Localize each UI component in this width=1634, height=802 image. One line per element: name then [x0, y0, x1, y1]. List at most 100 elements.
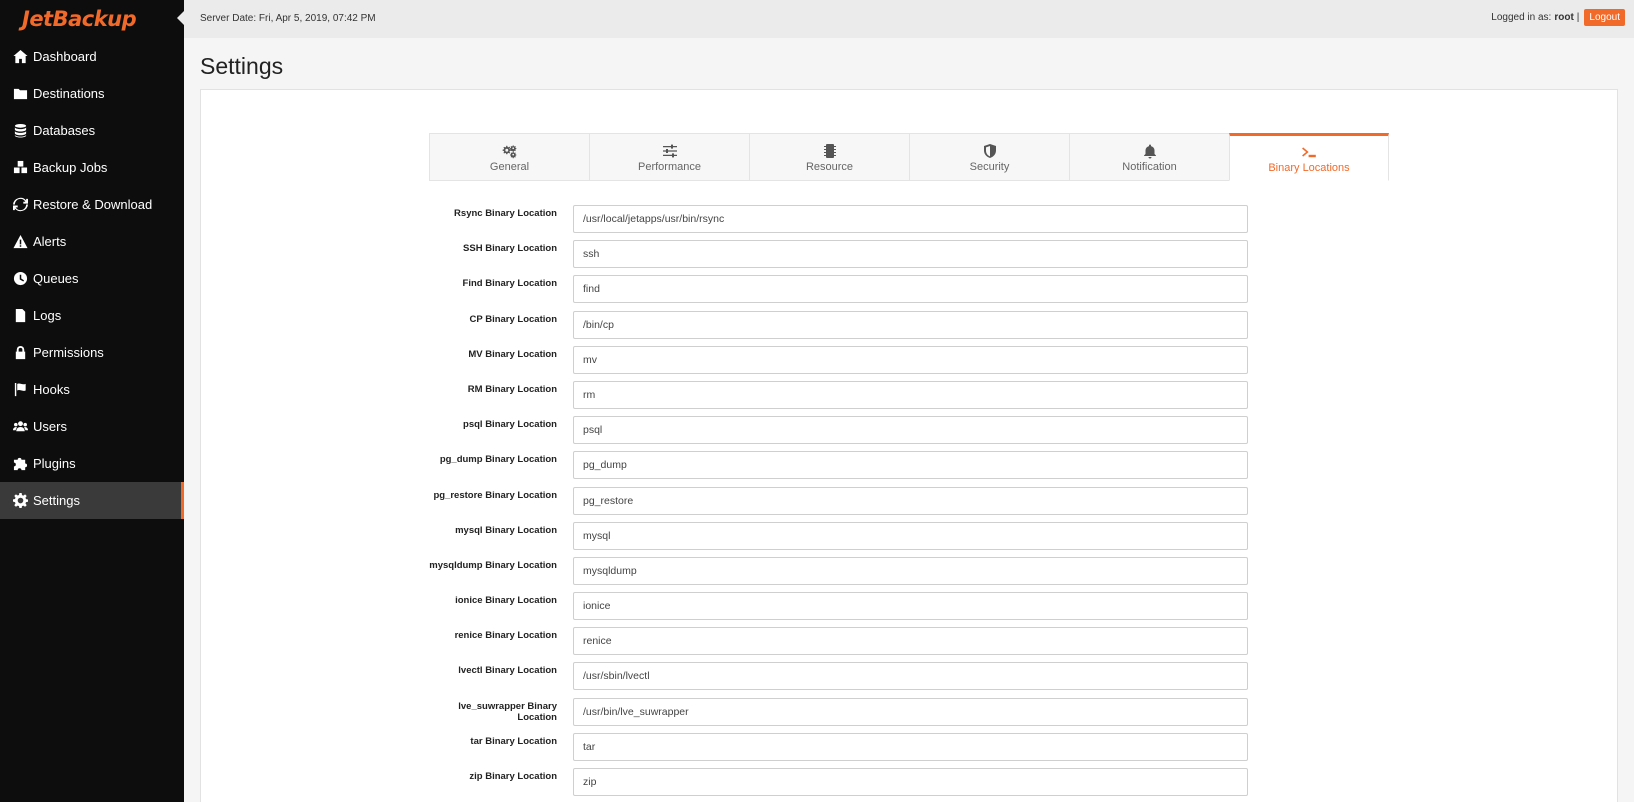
sidebar-item-label: Databases [33, 123, 96, 138]
sidebar-item-settings[interactable]: Settings [0, 482, 184, 519]
sidebar-nav: Dashboard Destinations Databases Backup … [0, 38, 184, 519]
form-row-mysqldump: mysqldump Binary Location [429, 556, 1274, 592]
tar-binary-input[interactable] [573, 732, 1248, 761]
sliders-icon [662, 142, 678, 160]
sidebar-item-label: Users [33, 419, 67, 434]
field-label: RM Binary Location [467, 383, 557, 395]
sidebar-item-label: Destinations [33, 86, 105, 101]
sidebar-item-logs[interactable]: Logs [0, 297, 184, 334]
tab-resource[interactable]: Resource [749, 133, 909, 181]
logout-button[interactable]: Logout [1584, 9, 1625, 26]
sidebar-item-databases[interactable]: Databases [0, 112, 184, 149]
field-label: lve_suwrapper Binary Location [458, 700, 557, 723]
tab-general[interactable]: General [429, 133, 589, 181]
form-row-pg-dump: pg_dump Binary Location [429, 451, 1274, 486]
brand-logo[interactable]: JetBackup [0, 0, 184, 38]
gear-icon [12, 493, 28, 509]
tab-performance[interactable]: Performance [589, 133, 749, 181]
gears-icon [502, 142, 518, 160]
form-row-lvectl: lvectl Binary Location [429, 662, 1274, 697]
zip-binary-input[interactable] [573, 768, 1248, 796]
ssh-binary-input[interactable] [573, 240, 1248, 269]
renice-binary-input[interactable] [573, 627, 1248, 656]
sidebar-item-label: Plugins [33, 456, 76, 471]
mysqldump-binary-input[interactable] [573, 556, 1248, 585]
sidebar-item-restore-download[interactable]: Restore & Download [0, 186, 184, 223]
sidebar-item-hooks[interactable]: Hooks [0, 371, 184, 408]
sidebar-item-label: Logs [33, 308, 62, 323]
form-row-renice: renice Binary Location [429, 627, 1274, 662]
sidebar-item-label: Queues [33, 271, 79, 286]
tab-label: General [489, 160, 530, 173]
field-label: psql Binary Location [463, 419, 557, 431]
pg-dump-binary-input[interactable] [573, 451, 1248, 480]
field-label: pg_dump Binary Location [439, 454, 557, 466]
field-label: ionice Binary Location [455, 595, 557, 607]
user-info: Logged in as: root | Logout [1491, 9, 1625, 26]
field-label: pg_restore Binary Location [433, 489, 557, 501]
form-row-cp: CP Binary Location [429, 310, 1274, 346]
sidebar-item-dashboard[interactable]: Dashboard [0, 38, 184, 75]
form-row-mv: MV Binary Location [429, 345, 1274, 381]
sidebar: JetBackup Dashboard Destinations Databas… [0, 0, 184, 802]
tab-label: Security [969, 160, 1010, 173]
clock-icon [12, 271, 28, 287]
pg-restore-binary-input[interactable] [573, 486, 1248, 515]
logged-in-label: Logged in as: [1491, 12, 1552, 23]
form-row-rsync: Rsync Binary Location [429, 205, 1274, 240]
form-row-mysql: mysql Binary Location [429, 521, 1274, 557]
rsync-binary-input[interactable] [573, 205, 1248, 233]
binary-locations-form: Rsync Binary Location SSH Binary Locatio… [429, 205, 1274, 802]
sidebar-collapse-arrow [177, 11, 184, 25]
form-row-ionice: ionice Binary Location [429, 592, 1274, 627]
folder-icon [12, 86, 28, 102]
field-label: tar Binary Location [470, 735, 557, 747]
form-row-find: Find Binary Location [429, 275, 1274, 310]
form-row-psql: psql Binary Location [429, 416, 1274, 451]
sidebar-item-label: Dashboard [33, 49, 97, 64]
sidebar-item-backup-jobs[interactable]: Backup Jobs [0, 149, 184, 186]
username: root [1554, 12, 1574, 23]
mysql-binary-input[interactable] [573, 521, 1248, 550]
tab-label: Binary Locations [1268, 161, 1350, 174]
form-row-zip: zip Binary Location [429, 768, 1274, 802]
sidebar-item-alerts[interactable]: Alerts [0, 223, 184, 260]
sidebar-item-plugins[interactable]: Plugins [0, 445, 184, 482]
warning-icon [12, 234, 28, 250]
mv-binary-input[interactable] [573, 345, 1248, 374]
top-bar: Server Date: Fri, Apr 5, 2019, 07:42 PM … [184, 0, 1634, 38]
tab-notification[interactable]: Notification [1069, 133, 1229, 181]
rm-binary-input[interactable] [573, 380, 1248, 409]
sidebar-item-queues[interactable]: Queues [0, 260, 184, 297]
settings-tabs: General Performance Resource Security No… [429, 133, 1389, 181]
field-label: CP Binary Location [469, 313, 557, 325]
lvectl-binary-input[interactable] [573, 662, 1248, 691]
cp-binary-input[interactable] [573, 310, 1248, 339]
ionice-binary-input[interactable] [573, 592, 1248, 621]
lve-suwrapper-binary-input[interactable] [573, 697, 1248, 726]
form-row-tar: tar Binary Location [429, 732, 1274, 768]
psql-binary-input[interactable] [573, 416, 1248, 445]
field-label: mysqldump Binary Location [429, 559, 557, 571]
logo-text: JetBackup [22, 7, 137, 31]
find-binary-input[interactable] [573, 275, 1248, 304]
server-date: Server Date: Fri, Apr 5, 2019, 07:42 PM [200, 13, 376, 24]
field-label: mysql Binary Location [455, 524, 557, 536]
sidebar-item-label: Alerts [33, 234, 67, 249]
settings-panel: General Performance Resource Security No… [200, 89, 1618, 802]
tab-label: Performance [638, 160, 701, 173]
sidebar-item-permissions[interactable]: Permissions [0, 334, 184, 371]
users-icon [12, 419, 28, 435]
tab-security[interactable]: Security [909, 133, 1069, 181]
field-label: SSH Binary Location [463, 243, 557, 255]
form-row-lve-suwrapper: lve_suwrapper Binary Location [429, 697, 1274, 733]
sidebar-item-destinations[interactable]: Destinations [0, 75, 184, 112]
tab-binary-locations[interactable]: Binary Locations [1229, 133, 1389, 181]
puzzle-icon [12, 456, 28, 472]
field-label: Rsync Binary Location [454, 208, 557, 219]
sidebar-item-users[interactable]: Users [0, 408, 184, 445]
field-label: lvectl Binary Location [458, 665, 557, 677]
field-label: renice Binary Location [454, 630, 557, 642]
bell-icon [1142, 142, 1158, 160]
sidebar-item-label: Hooks [33, 382, 70, 397]
